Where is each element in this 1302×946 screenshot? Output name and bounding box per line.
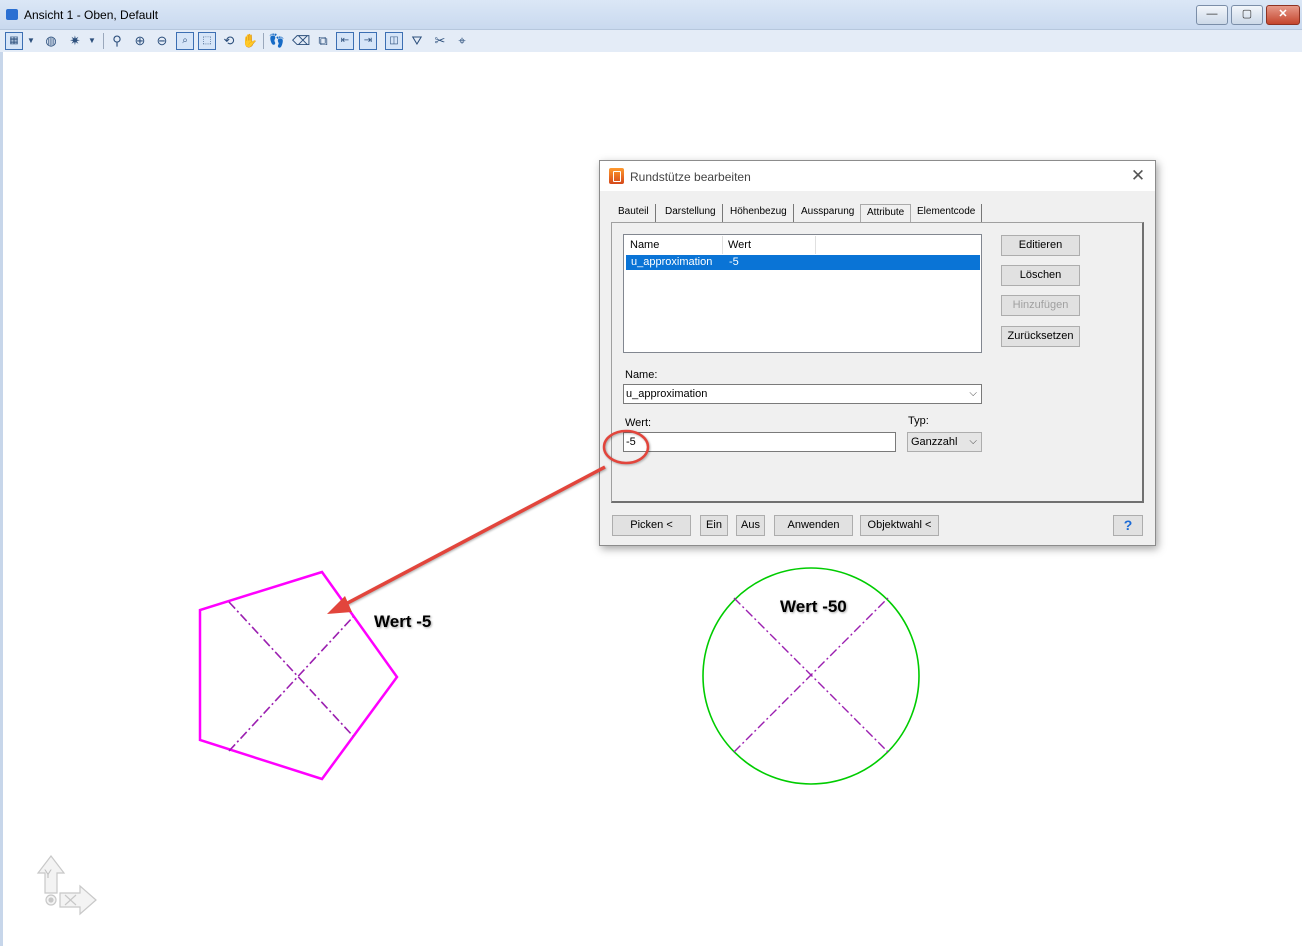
- typ-combobox[interactable]: Ganzzahl ⌵: [907, 432, 982, 452]
- pentagon-value-label: Wert -5: [374, 612, 432, 631]
- rotate-view-icon[interactable]: ⟲: [220, 32, 238, 50]
- dropdown-icon[interactable]: ▼: [26, 32, 36, 50]
- on-button[interactable]: Ein: [700, 515, 728, 536]
- title-bar: Ansicht 1 - Oben, Default — ▢ ✕: [0, 0, 1302, 30]
- name-combobox-value: u_approximation: [626, 388, 708, 400]
- circle-value-label: Wert -50: [780, 597, 847, 616]
- camera-icon[interactable]: ⌖: [453, 32, 471, 50]
- off-button[interactable]: Aus: [736, 515, 765, 536]
- delete-button[interactable]: Löschen: [1001, 265, 1080, 286]
- y-axis-label: Y: [44, 867, 53, 881]
- pentagon-centerline-2: [228, 616, 354, 752]
- zoom-out-icon[interactable]: ⊖: [153, 32, 171, 50]
- previous-view-icon[interactable]: ⇤: [336, 32, 354, 50]
- typ-combobox-value: Ganzzahl: [911, 436, 958, 448]
- app-icon: [609, 168, 624, 184]
- wert-input[interactable]: -5: [623, 432, 896, 452]
- view-window-icon: [6, 9, 18, 20]
- close-window-button[interactable]: ✕: [1266, 5, 1300, 25]
- light-icon[interactable]: ✷: [66, 32, 84, 50]
- chevron-down-icon[interactable]: ⌵: [969, 433, 977, 451]
- dialog-close-button[interactable]: ✕: [1128, 166, 1148, 186]
- tab-hoehenbezug[interactable]: Höhenbezug: [724, 204, 794, 222]
- zoom-in-icon[interactable]: ⊕: [131, 32, 149, 50]
- globe-icon[interactable]: ◍: [42, 32, 60, 50]
- column-header-name[interactable]: Name: [625, 236, 723, 254]
- axis-indicator: [36, 855, 97, 916]
- pentagon-centerline-1: [228, 601, 354, 737]
- add-button[interactable]: Hinzufügen: [1001, 295, 1080, 316]
- name-combobox[interactable]: u_approximation ⌵: [623, 384, 982, 404]
- split-view-icon[interactable]: ◫: [385, 32, 403, 50]
- view-toolbar: ▦ ▼ ◍ ✷ ▼ ⚲ ⊕ ⊖ ⌕ ⬚ ⟲ ✋ 👣 ⌫ ⧉ ⇤ ⇥ ◫ ⛛ ✂ …: [0, 30, 1302, 52]
- pick-button[interactable]: Picken <: [612, 515, 691, 536]
- edit-button[interactable]: Editieren: [1001, 235, 1080, 256]
- toolbar-separator: [103, 33, 104, 49]
- fit-view-icon[interactable]: ⬚: [198, 32, 216, 50]
- column-header-wert[interactable]: Wert: [723, 236, 816, 254]
- tab-darstellung[interactable]: Darstellung: [659, 204, 723, 222]
- cad-view-window: Ansicht 1 - Oben, Default — ▢ ✕ ▦ ▼ ◍ ✷ …: [0, 0, 1302, 946]
- list-item-name: u_approximation: [631, 256, 713, 268]
- maximize-button[interactable]: ▢: [1231, 5, 1263, 25]
- tab-attribute[interactable]: Attribute: [860, 204, 912, 222]
- attribute-tab-panel: Name Wert u_approximation -5 Editieren L…: [611, 222, 1144, 503]
- edit-round-column-dialog: Rundstütze bearbeiten ✕ Bauteil Darstell…: [599, 160, 1156, 546]
- view-icon[interactable]: ▦: [5, 32, 23, 50]
- dialog-title-bar: Rundstütze bearbeiten ✕: [600, 161, 1155, 191]
- list-item-value: -5: [729, 256, 739, 268]
- walk-icon[interactable]: 👣: [268, 32, 286, 50]
- minimize-button[interactable]: —: [1196, 5, 1228, 25]
- x-axis-arrow: [59, 884, 97, 916]
- circle-centerline-2: [733, 597, 889, 753]
- copy-view-icon[interactable]: ⧉: [314, 32, 332, 50]
- window-title: Ansicht 1 - Oben, Default: [24, 8, 159, 22]
- brush-icon[interactable]: ⚲: [108, 32, 126, 50]
- name-label: Name:: [625, 369, 658, 381]
- toolbar-separator: [263, 33, 264, 49]
- zoom-window-icon[interactable]: ⌕: [176, 32, 194, 50]
- tab-aussparung[interactable]: Aussparung: [795, 204, 862, 222]
- wert-input-value: -5: [626, 436, 636, 448]
- pan-hand-icon[interactable]: ✋: [241, 32, 259, 50]
- clip-volume-icon[interactable]: ⛛: [408, 32, 426, 50]
- next-view-icon[interactable]: ⇥: [359, 32, 377, 50]
- wert-label: Wert:: [625, 417, 652, 429]
- object-select-button[interactable]: Objektwahl <: [860, 515, 939, 536]
- dialog-title: Rundstütze bearbeiten: [630, 170, 751, 184]
- reset-button[interactable]: Zurücksetzen: [1001, 326, 1080, 347]
- tab-elementcode[interactable]: Elementcode: [911, 204, 983, 222]
- list-item[interactable]: u_approximation -5: [626, 255, 980, 270]
- apply-button[interactable]: Anwenden: [774, 515, 853, 536]
- eraser-icon[interactable]: ⌫: [292, 32, 310, 50]
- tab-bauteil[interactable]: Bauteil: [612, 204, 656, 222]
- attribute-list[interactable]: Name Wert u_approximation -5: [623, 234, 982, 353]
- dropdown-icon[interactable]: ▼: [87, 32, 97, 50]
- clip-mask-icon[interactable]: ✂: [431, 32, 449, 50]
- help-button[interactable]: ?: [1113, 515, 1143, 536]
- typ-label: Typ:: [908, 415, 929, 427]
- chevron-down-icon[interactable]: ⌵: [969, 385, 977, 403]
